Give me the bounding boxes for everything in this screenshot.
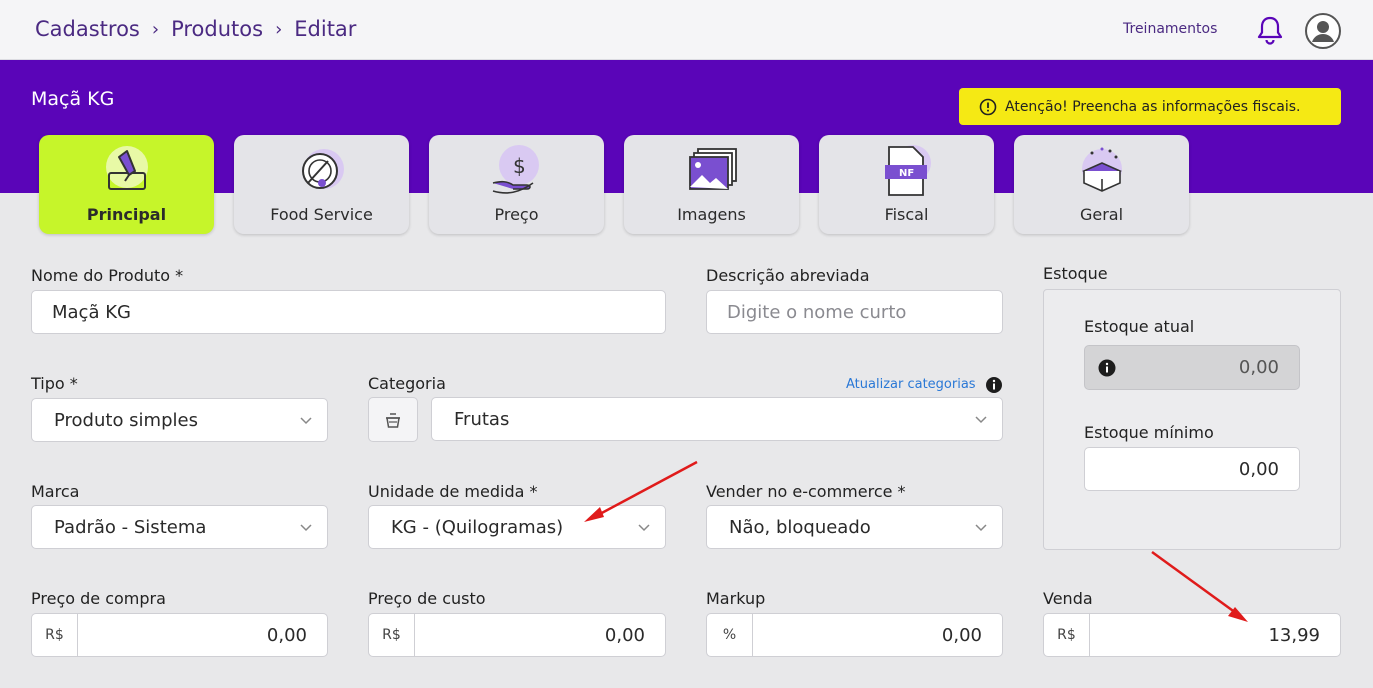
unidade-select[interactable]: KG - (Quilogramas) <box>368 505 666 549</box>
chevron-down-icon <box>300 524 312 532</box>
tab-food-service[interactable]: Food Service <box>234 135 409 234</box>
pencil-edit-icon <box>105 146 148 190</box>
gift-box-icon <box>1081 147 1122 192</box>
tab-principal[interactable]: Principal <box>39 135 214 234</box>
currency-prefix: R$ <box>1044 614 1090 656</box>
nome-value: Maçã KG <box>52 301 131 323</box>
tab-label: Food Service <box>270 205 373 224</box>
marca-value: Padrão - Sistema <box>54 516 207 538</box>
nome-input[interactable]: Maçã KG <box>31 290 666 334</box>
info-icon[interactable] <box>985 376 1003 394</box>
estoque-title: Estoque <box>1043 264 1108 283</box>
venda-label: Venda <box>1043 589 1093 608</box>
nf-document-icon: NF <box>884 145 931 196</box>
photos-icon <box>688 148 737 190</box>
marca-select[interactable]: Padrão - Sistema <box>31 505 328 549</box>
chevron-down-icon <box>975 416 987 424</box>
breadcrumb: Cadastros › Produtos › Editar <box>35 17 356 41</box>
chevron-down-icon <box>300 417 312 425</box>
ecommerce-label: Vender no e-commerce * <box>706 482 906 501</box>
training-link[interactable]: Treinamentos <box>1123 21 1217 37</box>
estoque-atual-label: Estoque atual <box>1084 317 1195 336</box>
categoria-select[interactable]: Frutas <box>431 397 1003 441</box>
descricao-label: Descrição abreviada <box>706 266 870 285</box>
chevron-down-icon <box>975 524 987 532</box>
breadcrumb-produtos[interactable]: Produtos <box>171 17 263 41</box>
estoque-minimo-label: Estoque mínimo <box>1084 423 1214 442</box>
svg-text:NF: NF <box>899 168 914 179</box>
marca-label: Marca <box>31 482 80 501</box>
ecommerce-value: Não, bloqueado <box>729 516 871 538</box>
tipo-select[interactable]: Produto simples <box>31 398 328 442</box>
venda-value: 13,99 <box>1268 624 1320 646</box>
preco-custo-input[interactable]: R$ 0,00 <box>368 613 666 657</box>
tab-label: Fiscal <box>884 205 929 224</box>
descricao-input[interactable]: Digite o nome curto <box>706 290 1003 334</box>
plate-cutlery-icon <box>301 149 344 189</box>
markup-input[interactable]: % 0,00 <box>706 613 1003 657</box>
hand-money-icon: $ <box>492 145 539 194</box>
breadcrumb-editar: Editar <box>294 17 357 41</box>
update-categories-link[interactable]: Atualizar categorias <box>846 377 976 392</box>
tab-preco[interactable]: $ Preço <box>429 135 604 234</box>
alert-text: Atenção! Preencha as informações fiscais… <box>1005 98 1301 115</box>
estoque-minimo-value: 0,00 <box>1238 458 1279 480</box>
breadcrumb-cadastros[interactable]: Cadastros <box>35 17 140 41</box>
categoria-label: Categoria <box>368 374 446 393</box>
descricao-placeholder: Digite o nome curto <box>727 301 907 323</box>
info-icon[interactable] <box>1097 358 1117 378</box>
estoque-atual-field: 0,00 <box>1084 345 1300 390</box>
markup-label: Markup <box>706 589 766 608</box>
basket-icon <box>386 412 400 428</box>
preco-compra-label: Preço de compra <box>31 589 166 608</box>
nome-label: Nome do Produto * <box>31 266 184 285</box>
tipo-label: Tipo * <box>31 374 78 393</box>
tab-label: Preço <box>494 205 539 224</box>
venda-input[interactable]: R$ 13,99 <box>1043 613 1341 657</box>
tab-fiscal[interactable]: NF Fiscal <box>819 135 994 234</box>
tab-geral[interactable]: Geral <box>1014 135 1189 234</box>
currency-prefix: R$ <box>32 614 78 656</box>
percent-prefix: % <box>707 614 753 656</box>
warning-icon <box>979 98 997 115</box>
tab-label: Imagens <box>677 205 746 224</box>
currency-prefix: R$ <box>369 614 415 656</box>
chevron-down-icon <box>638 524 650 532</box>
arrow-to-venda <box>1151 550 1248 622</box>
preco-compra-value: 0,00 <box>266 624 307 646</box>
chevron-right-icon: › <box>275 18 283 40</box>
preco-custo-label: Preço de custo <box>368 589 486 608</box>
tab-imagens[interactable]: Imagens <box>624 135 799 234</box>
estoque-minimo-input[interactable]: 0,00 <box>1084 447 1300 491</box>
user-avatar-icon[interactable] <box>1305 13 1341 49</box>
category-picker-button[interactable] <box>368 397 418 442</box>
preco-compra-input[interactable]: R$ 0,00 <box>31 613 328 657</box>
top-bar: Cadastros › Produtos › Editar Treinament… <box>0 0 1373 60</box>
fiscal-alert: Atenção! Preencha as informações fiscais… <box>959 88 1341 125</box>
tipo-value: Produto simples <box>54 409 198 431</box>
unidade-value: KG - (Quilogramas) <box>391 516 564 538</box>
chevron-right-icon: › <box>151 18 160 40</box>
estoque-atual-value: 0,00 <box>1238 357 1279 378</box>
preco-custo-value: 0,00 <box>604 624 645 646</box>
bell-icon[interactable] <box>1254 14 1286 46</box>
ecommerce-select[interactable]: Não, bloqueado <box>706 505 1003 549</box>
markup-value: 0,00 <box>941 624 982 646</box>
categoria-value: Frutas <box>454 408 510 430</box>
product-title: Maçã KG <box>31 88 115 110</box>
tab-label: Geral <box>1079 205 1124 224</box>
tab-label: Principal <box>86 205 167 224</box>
svg-text:$: $ <box>513 154 526 178</box>
unidade-label: Unidade de medida * <box>368 482 538 501</box>
